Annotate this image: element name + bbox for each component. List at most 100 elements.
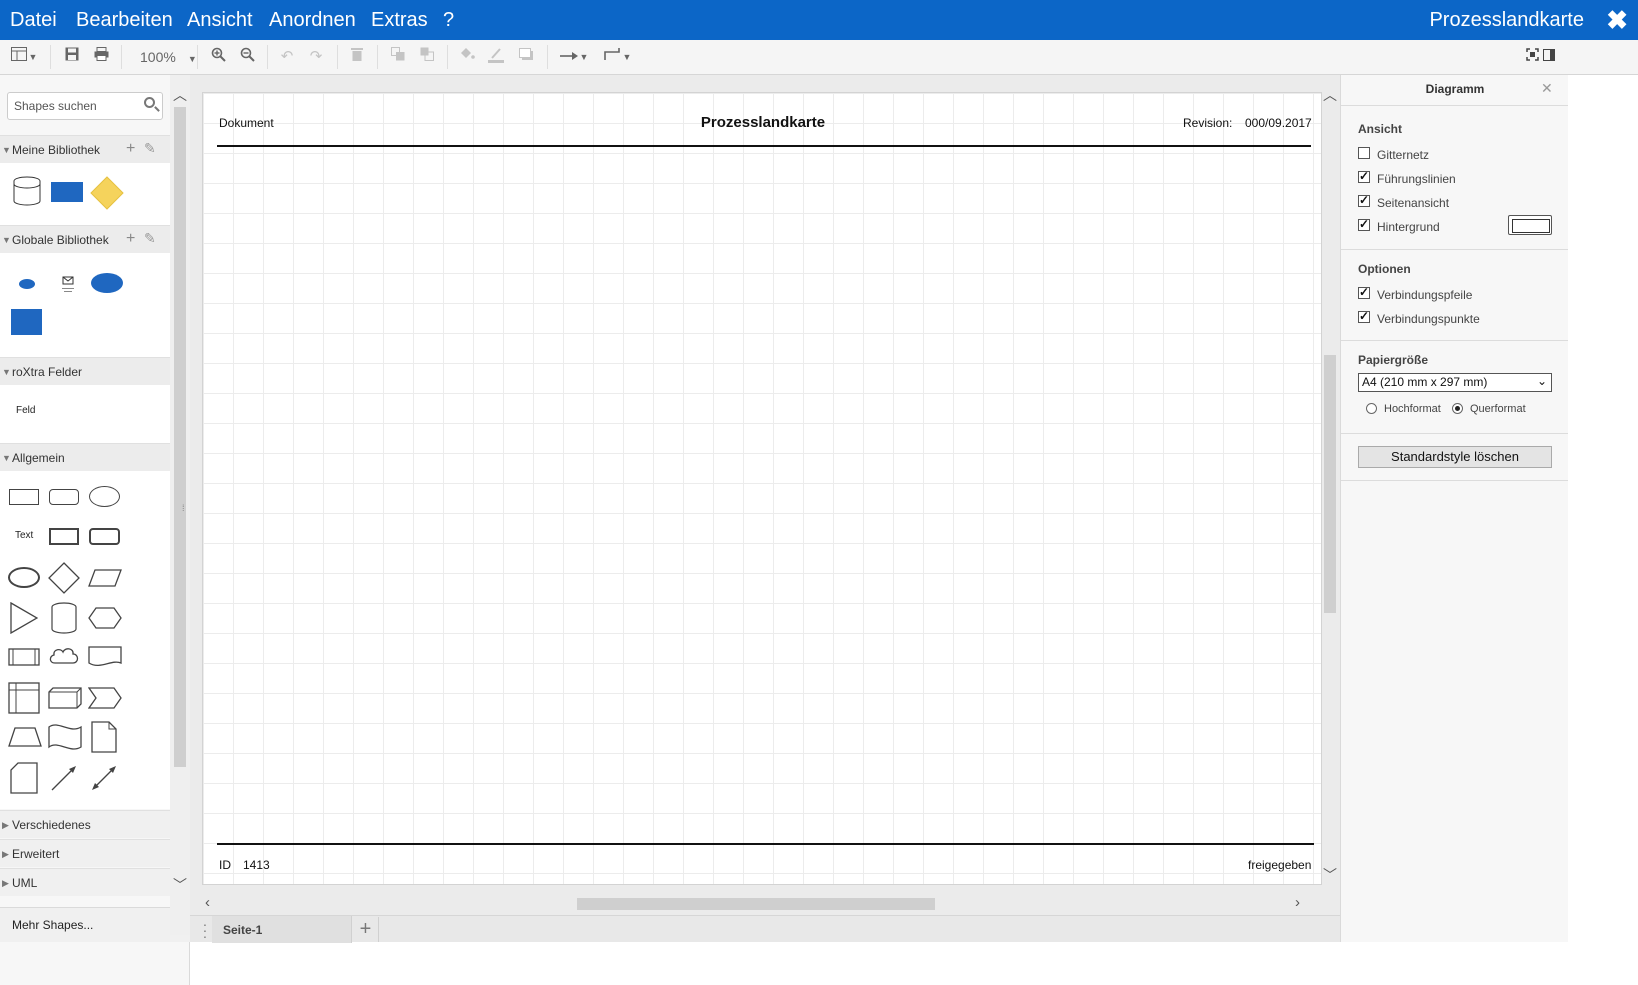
diagram-canvas[interactable]: ⁞ Dokument Prozesslandkarte Revision: 00… xyxy=(182,75,1340,915)
hexagon-shape[interactable] xyxy=(88,607,122,629)
cylinder-shape[interactable] xyxy=(51,602,77,634)
section-verschiedenes[interactable]: ▶ Verschiedenes xyxy=(0,810,170,838)
section-erweitert[interactable]: ▶ Erweitert xyxy=(0,839,170,867)
footer-divider-line[interactable] xyxy=(217,843,1314,845)
header-revision-label[interactable]: Revision: xyxy=(1183,116,1232,130)
to-back-icon[interactable] xyxy=(417,47,437,67)
paper-size-select[interactable]: A4 (210 mm x 297 mm) ⌄ xyxy=(1358,373,1552,392)
field-shape[interactable]: Feld xyxy=(16,405,35,416)
card-shape[interactable] xyxy=(10,762,38,794)
shadow-icon[interactable] xyxy=(516,47,536,67)
bidirectional-arrow-shape[interactable] xyxy=(90,764,118,792)
process-shape[interactable] xyxy=(8,647,40,667)
checkbox-box[interactable] xyxy=(1358,309,1370,323)
checkbox-box[interactable] xyxy=(1358,147,1370,159)
scroll-down-icon[interactable]: ﹀ xyxy=(1323,865,1337,885)
waypoints-icon[interactable]: ▼ xyxy=(600,47,634,67)
vertical-scroll-thumb[interactable] xyxy=(1324,355,1336,613)
footer-id-value[interactable]: 1413 xyxy=(243,858,270,872)
sidebar-scroll-thumb[interactable] xyxy=(174,107,186,767)
menu-bearbeiten[interactable]: Bearbeiten xyxy=(76,9,173,32)
diamond-shape[interactable] xyxy=(48,562,80,594)
radio-dot[interactable] xyxy=(1366,403,1377,414)
decision-diamond-shape[interactable] xyxy=(90,176,124,210)
format-panel-icon[interactable]: ▼ xyxy=(7,47,41,67)
blue-ellipse-shape[interactable] xyxy=(91,273,123,293)
connection-icon[interactable]: ▼ xyxy=(557,47,591,67)
page-tab[interactable]: Seite-1 xyxy=(212,916,352,943)
small-blue-ellipse-shape[interactable] xyxy=(19,279,35,289)
canvas-vertical-scrollbar[interactable]: ︿ ﹀ xyxy=(1320,75,1340,913)
text-shape[interactable]: Text xyxy=(15,530,33,541)
bold-ellipse-shape[interactable] xyxy=(8,567,40,588)
zoom-in-icon[interactable] xyxy=(208,47,228,67)
section-roxtra-felder[interactable]: ▼ roXtra Felder xyxy=(0,357,170,385)
footer-id-label[interactable]: ID xyxy=(219,858,231,872)
section-allgemein[interactable]: ▼ Allgemein xyxy=(0,443,170,471)
cloud-shape[interactable] xyxy=(48,645,80,669)
canvas-horizontal-scrollbar[interactable]: ‹ › xyxy=(190,893,1320,915)
step-shape[interactable] xyxy=(88,687,122,709)
sidebar-scrollbar[interactable]: ︿ ﹀ xyxy=(170,75,190,935)
search-icon[interactable] xyxy=(144,97,155,108)
edit-pencil-icon[interactable]: ✎ xyxy=(144,230,156,247)
print-icon[interactable] xyxy=(91,47,111,67)
note-shape[interactable] xyxy=(91,721,117,753)
tape-shape[interactable] xyxy=(48,722,82,752)
menu-datei[interactable]: Datei xyxy=(10,9,57,32)
shape-search-input[interactable]: Shapes suchen xyxy=(7,92,163,120)
menu-help[interactable]: ? xyxy=(443,9,454,32)
radio-dot[interactable] xyxy=(1452,403,1463,414)
section-globale-bibliothek[interactable]: ▼ Globale Bibliothek + ✎ xyxy=(0,225,170,253)
close-icon[interactable]: ✖ xyxy=(1606,5,1628,36)
horizontal-scroll-thumb[interactable] xyxy=(577,898,935,910)
triangle-shape[interactable] xyxy=(10,602,38,634)
page-menu-icon[interactable]: · · · xyxy=(198,917,212,943)
trapezoid-shape[interactable] xyxy=(8,727,42,747)
add-icon[interactable]: + xyxy=(126,230,135,248)
bold-rounded-rectangle-shape[interactable] xyxy=(89,528,120,545)
checkbox-box[interactable] xyxy=(1358,193,1370,207)
checkbox-box[interactable] xyxy=(1358,169,1370,183)
header-revision-value[interactable]: 000/09.2017 xyxy=(1245,116,1312,130)
scroll-left-icon[interactable]: ‹ xyxy=(205,894,210,911)
menu-anordnen[interactable]: Anordnen xyxy=(269,9,356,32)
scroll-up-icon[interactable]: ︿ xyxy=(1323,85,1337,105)
diagram-page[interactable]: Dokument Prozesslandkarte Revision: 000/… xyxy=(202,92,1322,885)
ellipse-shape[interactable] xyxy=(89,486,120,507)
bold-rectangle-shape[interactable] xyxy=(49,528,79,545)
checkbox-box[interactable] xyxy=(1358,217,1370,231)
undo-icon[interactable]: ↶ xyxy=(277,47,297,67)
edit-pencil-icon[interactable]: ✎ xyxy=(144,140,156,157)
menu-extras[interactable]: Extras xyxy=(371,9,428,32)
to-front-icon[interactable] xyxy=(388,47,408,67)
line-color-icon[interactable] xyxy=(486,47,506,67)
sidebar-resize-handle-icon[interactable]: ⁞ xyxy=(182,503,185,513)
checkbox-box[interactable] xyxy=(1358,285,1370,299)
blue-rect-shape[interactable] xyxy=(11,309,42,335)
header-divider-line[interactable] xyxy=(217,145,1311,147)
save-icon[interactable] xyxy=(62,47,82,67)
fill-color-icon[interactable] xyxy=(457,47,477,67)
mail-shape[interactable] xyxy=(60,275,76,295)
cube-shape[interactable] xyxy=(48,687,82,709)
internal-storage-shape[interactable] xyxy=(8,682,40,714)
database-shape[interactable] xyxy=(12,176,42,206)
scroll-right-icon[interactable]: › xyxy=(1295,894,1300,911)
scroll-down-icon[interactable]: ﹀ xyxy=(173,875,187,895)
add-icon[interactable]: + xyxy=(126,140,135,158)
toggle-panel-icon[interactable] xyxy=(1541,47,1557,67)
blue-process-shape[interactable] xyxy=(51,182,83,202)
menu-ansicht[interactable]: Ansicht xyxy=(187,9,253,32)
rectangle-shape[interactable] xyxy=(9,489,39,505)
line-arrow-shape[interactable] xyxy=(50,764,78,792)
section-uml[interactable]: ▶ UML xyxy=(0,868,170,896)
fullscreen-icon[interactable] xyxy=(1524,47,1540,67)
parallelogram-shape[interactable] xyxy=(88,569,122,587)
rounded-rectangle-shape[interactable] xyxy=(49,489,79,505)
add-page-button[interactable]: + xyxy=(353,917,379,942)
footer-status[interactable]: freigegeben xyxy=(1248,858,1311,872)
redo-icon[interactable]: ↷ xyxy=(306,47,326,67)
section-meine-bibliothek[interactable]: ▼ Meine Bibliothek + ✎ xyxy=(0,135,170,163)
background-color-swatch[interactable] xyxy=(1508,215,1552,235)
